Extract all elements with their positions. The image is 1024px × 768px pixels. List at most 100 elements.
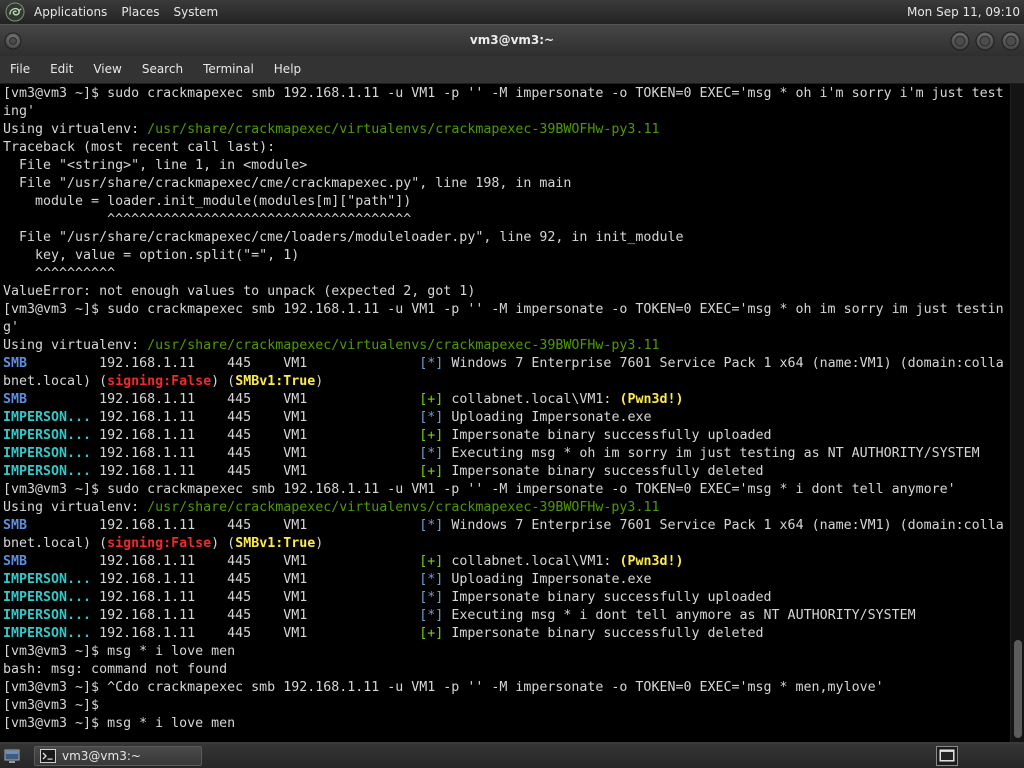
places-menu[interactable]: Places xyxy=(114,0,166,24)
workspace-switcher-icon[interactable] xyxy=(936,746,958,766)
info-marker: [*] xyxy=(419,446,444,461)
window-titlebar[interactable]: vm3@vm3:~ xyxy=(0,24,1024,56)
terminal-text: collabnet.local\VM1: xyxy=(443,392,620,407)
terminal-lines: [vm3@vm3 ~]$ sudo crackmapexec smb 192.1… xyxy=(0,84,1010,733)
info-marker: [*] xyxy=(419,518,444,533)
protocol-tag: SMB xyxy=(3,554,28,569)
terminal-line: IMPERSON... 192.168.1.11 445 VM1 [*] Exe… xyxy=(3,445,1010,463)
highlight-text: (Pwn3d!) xyxy=(619,554,684,569)
terminal-text: Windows 7 Enterprise 7601 Service Pack 1… xyxy=(443,356,1004,371)
module-tag: IMPERSON... xyxy=(3,428,92,443)
terminal-text: bnet.local) ( xyxy=(3,536,108,551)
kali-dragon-icon[interactable] xyxy=(5,2,25,22)
terminal-text: ^^^^^^^^^^ xyxy=(3,266,116,281)
panel-clock[interactable]: Mon Sep 11, 09:10 xyxy=(907,0,1020,24)
menu-search[interactable]: Search xyxy=(132,56,193,83)
terminal-text: 192.168.1.11 445 VM1 xyxy=(91,410,420,425)
show-desktop-icon[interactable] xyxy=(3,747,21,765)
taskbar-window-label: vm3@vm3:~ xyxy=(62,749,141,763)
terminal-text: ) ( xyxy=(211,374,236,389)
terminal-text: [vm3@vm3 ~]$ xyxy=(3,698,100,713)
terminal-line: IMPERSON... 192.168.1.11 445 VM1 [*] Exe… xyxy=(3,607,1010,625)
menu-help[interactable]: Help xyxy=(264,56,311,83)
terminal-line: SMB 192.168.1.11 445 VM1 [*] Windows 7 E… xyxy=(3,355,1010,373)
highlight-text: SMBv1:True xyxy=(235,536,316,551)
terminal-text: 192.168.1.11 445 VM1 xyxy=(91,446,420,461)
terminal-line: [vm3@vm3 ~]$ ^Cdo crackmapexec smb 192.1… xyxy=(3,679,1010,697)
virtualenv-path: /usr/share/crackmapexec/virtualenvs/crac… xyxy=(147,122,660,137)
module-tag: IMPERSON... xyxy=(3,464,92,479)
terminal-line: g' xyxy=(3,319,1010,337)
protocol-tag: SMB xyxy=(3,518,28,533)
terminal-text: 192.168.1.11 445 VM1 xyxy=(27,392,420,407)
terminal-text: module = loader.init_module(modules[m]["… xyxy=(3,194,412,209)
terminal-text: bash: msg: command not found xyxy=(3,662,228,677)
menu-edit[interactable]: Edit xyxy=(40,56,83,83)
terminal-line: IMPERSON... 192.168.1.11 445 VM1 [+] Imp… xyxy=(3,625,1010,643)
info-marker: [*] xyxy=(419,590,444,605)
window-title: vm3@vm3:~ xyxy=(469,33,555,47)
minimize-icon[interactable] xyxy=(950,31,970,51)
terminal-text: 192.168.1.11 445 VM1 xyxy=(91,626,420,641)
success-marker: [+] xyxy=(419,554,444,569)
info-marker: [*] xyxy=(419,608,444,623)
terminal-text: [vm3@vm3 ~]$ sudo crackmapexec smb 192.1… xyxy=(3,302,1004,317)
scrollbar-thumb[interactable] xyxy=(1014,640,1022,738)
info-marker: [*] xyxy=(419,356,444,371)
terminal-text: [vm3@vm3 ~]$ sudo crackmapexec smb 192.1… xyxy=(3,482,956,497)
terminal-text: 192.168.1.11 445 VM1 xyxy=(91,572,420,587)
terminal-text: [vm3@vm3 ~]$ ^Cdo crackmapexec smb 192.1… xyxy=(3,680,884,695)
terminal-line: bash: msg: command not found xyxy=(3,661,1010,679)
terminal-line: ValueError: not enough values to unpack … xyxy=(3,283,1010,301)
terminal-text: Executing msg * oh im sorry im just test… xyxy=(443,446,980,461)
panel-menus: Applications Places System xyxy=(27,0,225,24)
terminal-text: [vm3@vm3 ~]$ msg * i love men xyxy=(3,644,236,659)
terminal-text: ) ( xyxy=(211,536,236,551)
terminal-output[interactable]: [vm3@vm3 ~]$ sudo crackmapexec smb 192.1… xyxy=(0,84,1010,742)
terminal-text: collabnet.local\VM1: xyxy=(443,554,620,569)
close-icon[interactable] xyxy=(1001,31,1021,51)
terminal-text: File "/usr/share/crackmapexec/cme/loader… xyxy=(3,230,684,245)
terminal-text: 192.168.1.11 445 VM1 xyxy=(91,608,420,623)
taskbar-window-button[interactable]: vm3@vm3:~ xyxy=(34,746,202,766)
terminal-line: Using virtualenv: /usr/share/crackmapexe… xyxy=(3,121,1010,139)
terminal-line: IMPERSON... 192.168.1.11 445 VM1 [*] Upl… xyxy=(3,409,1010,427)
terminal-text: Uploading Impersonate.exe xyxy=(443,572,652,587)
module-tag: IMPERSON... xyxy=(3,572,92,587)
menu-view[interactable]: View xyxy=(83,56,131,83)
bottom-panel: vm3@vm3:~ xyxy=(0,744,1024,768)
terminal-text: g' xyxy=(3,320,20,335)
terminal-text: ing' xyxy=(3,104,36,119)
maximize-icon[interactable] xyxy=(975,31,995,51)
terminal-line: SMB 192.168.1.11 445 VM1 [*] Windows 7 E… xyxy=(3,517,1010,535)
terminal-line: Using virtualenv: /usr/share/crackmapexe… xyxy=(3,337,1010,355)
terminal-scrollbar[interactable] xyxy=(1010,84,1024,742)
menu-terminal[interactable]: Terminal xyxy=(193,56,264,83)
terminal-menubar: File Edit View Search Terminal Help xyxy=(0,56,1024,84)
terminal-text: Impersonate binary successfully uploaded xyxy=(443,590,772,605)
terminal-line: File "<string>", line 1, in <module> xyxy=(3,157,1010,175)
module-tag: IMPERSON... xyxy=(3,410,92,425)
terminal-line: [vm3@vm3 ~]$ msg * i love men xyxy=(3,715,1010,733)
terminal-text: bnet.local) ( xyxy=(3,374,108,389)
success-marker: [+] xyxy=(419,464,444,479)
applications-menu[interactable]: Applications xyxy=(27,0,114,24)
top-panel: Applications Places System Mon Sep 11, 0… xyxy=(0,0,1024,24)
terminal-line: IMPERSON... 192.168.1.11 445 VM1 [*] Upl… xyxy=(3,571,1010,589)
terminal-line: [vm3@vm3 ~]$ xyxy=(3,697,1010,715)
system-menu[interactable]: System xyxy=(166,0,225,24)
virtualenv-path: /usr/share/crackmapexec/virtualenvs/crac… xyxy=(147,500,660,515)
success-marker: [+] xyxy=(419,392,444,407)
terminal-line: SMB 192.168.1.11 445 VM1 [+] collabnet.l… xyxy=(3,553,1010,571)
terminal-text: 192.168.1.11 445 VM1 xyxy=(27,518,420,533)
terminal-text: [vm3@vm3 ~]$ sudo crackmapexec smb 192.1… xyxy=(3,86,1004,101)
terminal-line: [vm3@vm3 ~]$ sudo crackmapexec smb 192.1… xyxy=(3,301,1010,319)
terminal-text: File "/usr/share/crackmapexec/cme/crackm… xyxy=(3,176,572,191)
menu-file[interactable]: File xyxy=(0,56,40,83)
module-tag: IMPERSON... xyxy=(3,608,92,623)
signing-status: signing:False xyxy=(107,374,212,389)
terminal-text: ) xyxy=(315,536,324,551)
terminal-text: Impersonate binary successfully uploaded xyxy=(443,428,772,443)
module-tag: IMPERSON... xyxy=(3,446,92,461)
terminal-line: IMPERSON... 192.168.1.11 445 VM1 [*] Imp… xyxy=(3,589,1010,607)
